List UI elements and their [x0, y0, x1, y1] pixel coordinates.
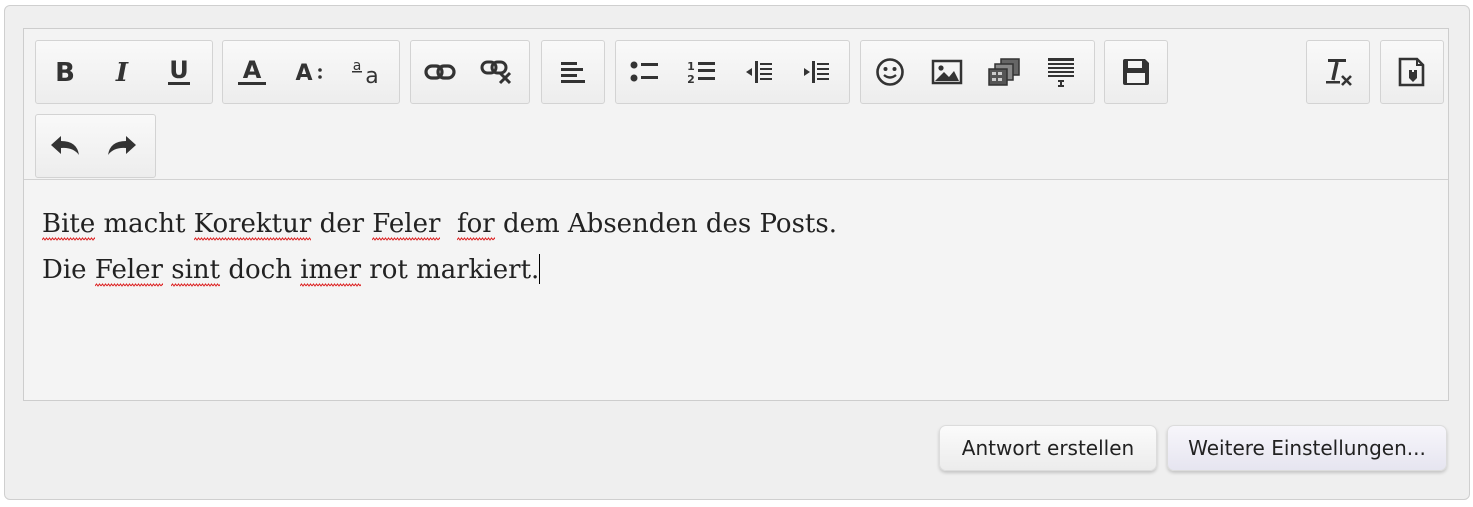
remove-format-icon: [1326, 59, 1352, 86]
toolbar-group-lists: 1 2: [615, 40, 850, 104]
svg-text:A: A: [295, 61, 312, 86]
format-style-button[interactable]: a a: [337, 41, 394, 103]
toolbar-group-text-size: A A a a: [222, 40, 400, 104]
numbered-list-icon: 1 2: [687, 60, 715, 85]
svg-text:a: a: [365, 64, 378, 88]
toolbar-group-save: [1104, 40, 1168, 104]
emoticon-button[interactable]: [861, 41, 918, 103]
misspelled-word[interactable]: for: [456, 209, 495, 241]
text-caret: [539, 254, 541, 284]
undo-button[interactable]: [36, 115, 93, 177]
text-line-2-text: Die Feler sint doch imer rot markiert.: [42, 255, 540, 287]
indent-button[interactable]: [787, 41, 844, 103]
reply-panel: B I U A A a a 1 2 Bite macht Korektur de…: [4, 5, 1470, 500]
underline-icon: U: [167, 57, 190, 85]
svg-text:2: 2: [687, 73, 695, 85]
italic-icon: I: [114, 59, 128, 85]
bulleted-list-icon: [630, 61, 658, 82]
indent-icon: [803, 61, 829, 83]
italic-button[interactable]: I: [93, 41, 150, 103]
link-icon: [423, 64, 456, 80]
font-color-icon: A: [237, 56, 266, 85]
smiley-icon: [875, 58, 904, 86]
link-button[interactable]: [411, 41, 468, 103]
text-line-1: Bite macht Korektur der Feler for dem Ab…: [42, 209, 837, 241]
unlink-button[interactable]: [468, 41, 525, 103]
svg-text:A: A: [242, 56, 261, 84]
toolbar-group-clear: [1306, 40, 1370, 104]
quote-block-button[interactable]: [1032, 41, 1089, 103]
undo-icon: [50, 136, 79, 155]
font-color-button[interactable]: A: [223, 41, 280, 103]
more-settings-button[interactable]: Weitere Einstellungen...: [1167, 425, 1447, 471]
text-line-2: Die Feler sint doch imer rot markiert.: [42, 247, 1448, 293]
gallery-icon: [987, 58, 1020, 86]
bold-button[interactable]: B: [36, 41, 93, 103]
toolbar-group-source: [1380, 40, 1444, 104]
align-left-icon: [561, 62, 585, 83]
outdent-icon: [745, 61, 772, 83]
svg-text:B: B: [55, 59, 75, 85]
text-format-icon: a a: [351, 58, 378, 88]
rich-text-editor: B I U A A a a 1 2 Bite macht Korektur de…: [23, 28, 1449, 401]
svg-text:1: 1: [687, 60, 695, 73]
svg-text:I: I: [114, 59, 128, 85]
save-disk-icon: [1123, 59, 1149, 85]
document-edit-icon: [1398, 57, 1425, 87]
underline-button[interactable]: U: [150, 41, 207, 103]
misspelled-word[interactable]: Feler: [94, 255, 163, 287]
unlink-icon: [480, 60, 511, 85]
font-size-button[interactable]: A: [280, 41, 337, 103]
image-icon: [931, 59, 962, 85]
bold-icon: B: [55, 59, 75, 85]
editor-toolbar: B I U A A a a 1 2: [24, 29, 1448, 180]
toolbar-group-insert: [860, 40, 1095, 104]
svg-text:U: U: [169, 57, 189, 84]
redo-icon: [107, 136, 136, 155]
image-button[interactable]: [918, 41, 975, 103]
editor-content-area[interactable]: Bite macht Korektur der Feler for dem Ab…: [24, 180, 1448, 400]
misspelled-word[interactable]: Bite: [42, 209, 96, 241]
source-toggle-button[interactable]: [1381, 41, 1443, 103]
numbered-list-button[interactable]: 1 2: [673, 41, 730, 103]
misspelled-word[interactable]: Korektur: [193, 209, 312, 241]
font-size-icon: A: [295, 61, 322, 86]
reply-button[interactable]: Antwort erstellen: [939, 425, 1157, 471]
misspelled-word[interactable]: sint: [171, 255, 221, 287]
outdent-button[interactable]: [730, 41, 787, 103]
misspelled-word[interactable]: Feler: [372, 209, 441, 241]
save-button[interactable]: [1105, 41, 1167, 103]
misspelled-word[interactable]: imer: [300, 255, 362, 287]
text-block-icon: [1047, 58, 1074, 87]
toolbar-group-text-style: B I U: [35, 40, 213, 104]
gallery-button[interactable]: [975, 41, 1032, 103]
remove-format-button[interactable]: [1307, 41, 1369, 103]
toolbar-group-align: [541, 40, 605, 104]
toolbar-group-history: [35, 114, 156, 178]
redo-button[interactable]: [93, 115, 150, 177]
toolbar-group-links: [410, 40, 530, 104]
bulleted-list-button[interactable]: [616, 41, 673, 103]
align-left-button[interactable]: [542, 41, 604, 103]
